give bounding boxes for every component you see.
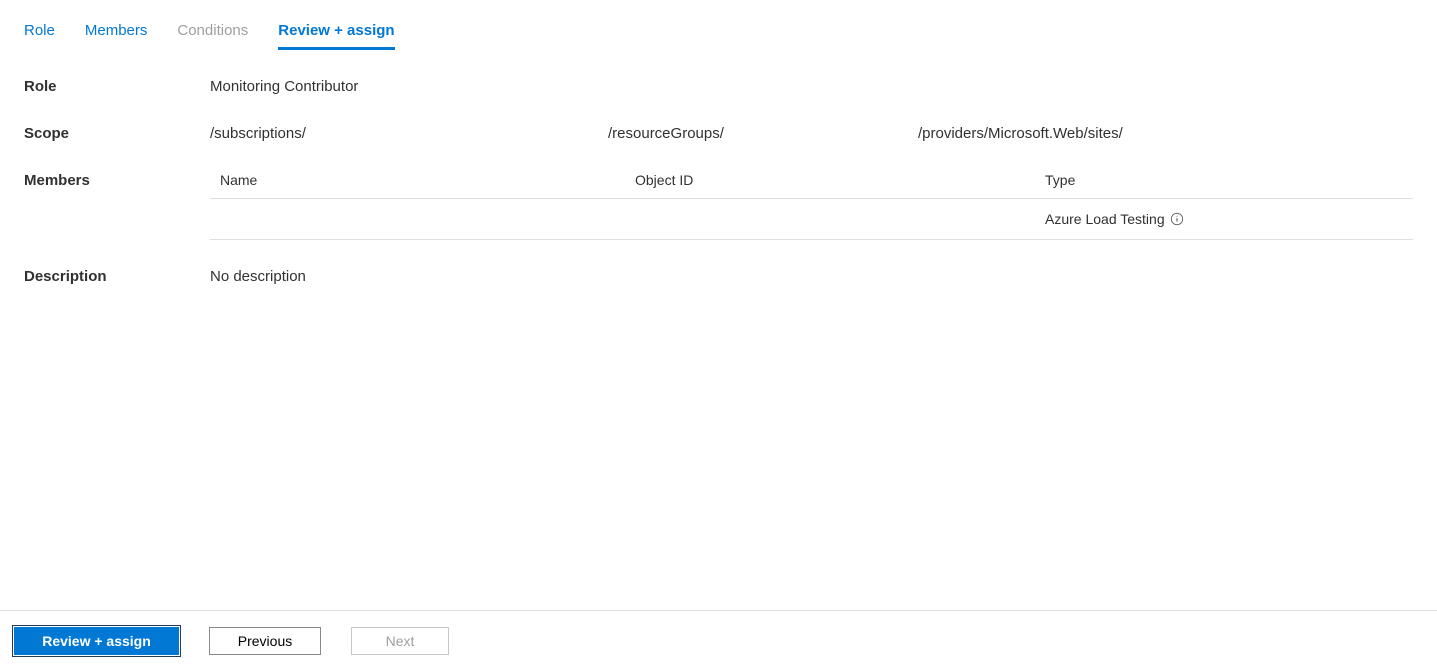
role-value: Monitoring Contributor <box>210 78 358 95</box>
scope-label: Scope <box>24 125 210 142</box>
col-header-object-id: Object ID <box>635 172 1045 188</box>
members-label: Members <box>24 172 210 240</box>
tabs-row: Role Members Conditions Review + assign <box>24 18 1413 50</box>
role-label: Role <box>24 78 210 95</box>
summary-scope-row: Scope /subscriptions/ /resourceGroups/ /… <box>24 125 1413 142</box>
scope-segment-resource-groups: /resourceGroups/ <box>608 125 918 142</box>
member-type-cell: Azure Load Testing <box>1045 211 1184 227</box>
description-label: Description <box>24 268 210 285</box>
members-table: Name Object ID Type Azure Load Testing <box>210 172 1413 240</box>
members-table-header: Name Object ID Type <box>210 172 1413 199</box>
table-row: Azure Load Testing <box>210 199 1413 240</box>
summary-description-row: Description No description <box>24 268 1413 285</box>
members-table-body: Azure Load Testing <box>210 199 1413 240</box>
tab-conditions[interactable]: Conditions <box>177 18 248 50</box>
footer-bar: Review + assign Previous Next <box>0 610 1437 671</box>
review-assign-button[interactable]: Review + assign <box>14 627 179 655</box>
description-value: No description <box>210 268 306 285</box>
scope-value: /subscriptions/ /resourceGroups/ /provid… <box>210 125 1413 142</box>
member-type-text: Azure Load Testing <box>1045 211 1165 227</box>
next-button: Next <box>351 627 449 655</box>
info-icon[interactable] <box>1170 212 1184 226</box>
previous-button[interactable]: Previous <box>209 627 321 655</box>
summary-role-row: Role Monitoring Contributor <box>24 78 1413 95</box>
tab-role[interactable]: Role <box>24 18 55 50</box>
tab-members[interactable]: Members <box>85 18 148 50</box>
col-header-name: Name <box>220 172 635 188</box>
col-header-type: Type <box>1045 172 1075 188</box>
scope-segment-providers: /providers/Microsoft.Web/sites/ <box>918 125 1123 142</box>
scope-segment-subscriptions: /subscriptions/ <box>210 125 608 142</box>
tab-review-assign[interactable]: Review + assign <box>278 18 394 50</box>
